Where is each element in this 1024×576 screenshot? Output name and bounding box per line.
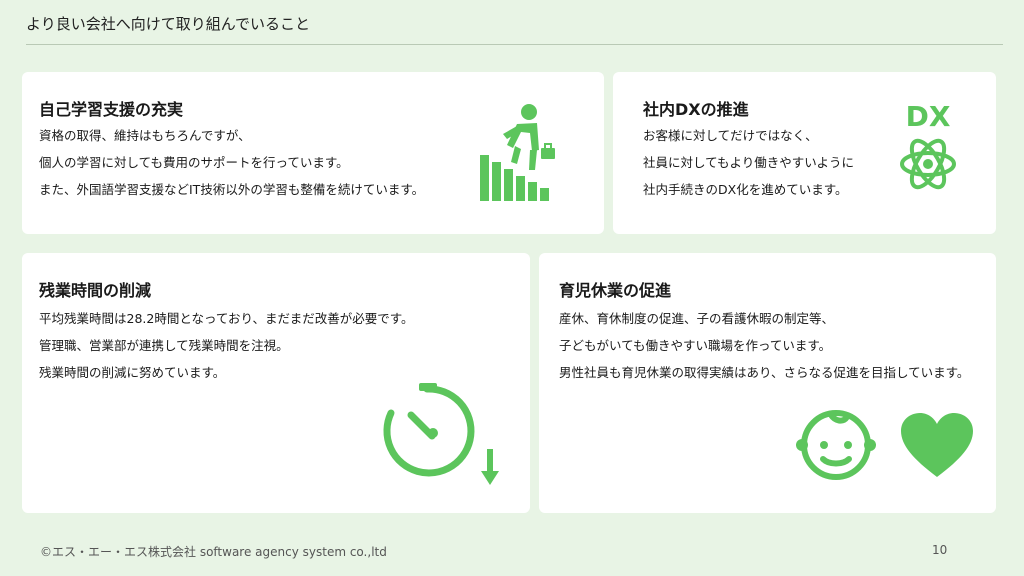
card-title: 社内DXの推進 — [643, 100, 749, 119]
card-line: 平均残業時間は28.2時間となっており、まだまだ改善が必要です。 — [39, 311, 414, 326]
heart-icon — [901, 413, 973, 477]
stopwatch-down-icon — [383, 383, 499, 485]
card-line: 産休、育休制度の促進、子の看護休暇の制定等、 — [559, 311, 835, 326]
card-line: 社員に対してもより働きやすいように — [643, 155, 855, 170]
page-number: 10 — [932, 543, 948, 557]
baby-face-icon — [796, 410, 876, 480]
card-dx: 社内DXの推進 お客様に対してだけではなく、 社員に対してもより働きやすいように… — [613, 72, 996, 234]
card-line: 子どもがいても働きやすい職場を作っています。 — [559, 338, 832, 353]
card-line: 社内手続きのDX化を進めています。 — [643, 182, 848, 197]
card-body: 資格の取得、維持はもちろんですが、 個人の学習に対しても費用のサポートを行ってい… — [39, 122, 424, 203]
title-divider — [26, 44, 1003, 45]
card-line: 男性社員も育児休業の取得実績はあり、さらなる促進を目指しています。 — [559, 365, 970, 380]
card-body: 平均残業時間は28.2時間となっており、まだまだ改善が必要です。 管理職、営業部… — [39, 305, 413, 386]
card-title: 残業時間の削減 — [39, 281, 152, 300]
footer-copyright: ©エス・エー・エス株式会社 software agency system co.… — [40, 545, 387, 559]
card-line: 資格の取得、維持はもちろんですが、 — [39, 128, 251, 143]
card-childcare: 育児休業の促進 産休、育休制度の促進、子の看護休暇の制定等、 子どもがいても働き… — [539, 253, 996, 513]
slide-title: より良い会社へ向けて取り組んでいること — [26, 15, 310, 33]
card-body: 産休、育休制度の促進、子の看護休暇の制定等、 子どもがいても働きやすい職場を作っ… — [559, 305, 969, 386]
dx-label: DX — [906, 100, 951, 133]
card-title: 自己学習支援の充実 — [39, 100, 184, 119]
card-body: お客様に対してだけではなく、 社員に対してもより働きやすいように 社内手続きのD… — [643, 122, 854, 203]
card-line: お客様に対してだけではなく、 — [643, 128, 818, 143]
card-title: 育児休業の促進 — [559, 281, 672, 300]
card-line: 残業時間の削減に努めています。 — [39, 365, 226, 380]
stair-climber-icon — [480, 104, 555, 201]
card-self-learning: 自己学習支援の充実 資格の取得、維持はもちろんですが、 個人の学習に対しても費用… — [22, 72, 604, 234]
dx-gear-icon: DX — [900, 100, 956, 190]
card-overtime: 残業時間の削減 平均残業時間は28.2時間となっており、まだまだ改善が必要です。… — [22, 253, 530, 513]
card-line: また、外国語学習支援などIT技術以外の学習も整備を続けています。 — [39, 182, 425, 197]
card-line: 管理職、営業部が連携して残業時間を注視。 — [39, 338, 289, 353]
card-line: 個人の学習に対しても費用のサポートを行っています。 — [39, 155, 349, 170]
